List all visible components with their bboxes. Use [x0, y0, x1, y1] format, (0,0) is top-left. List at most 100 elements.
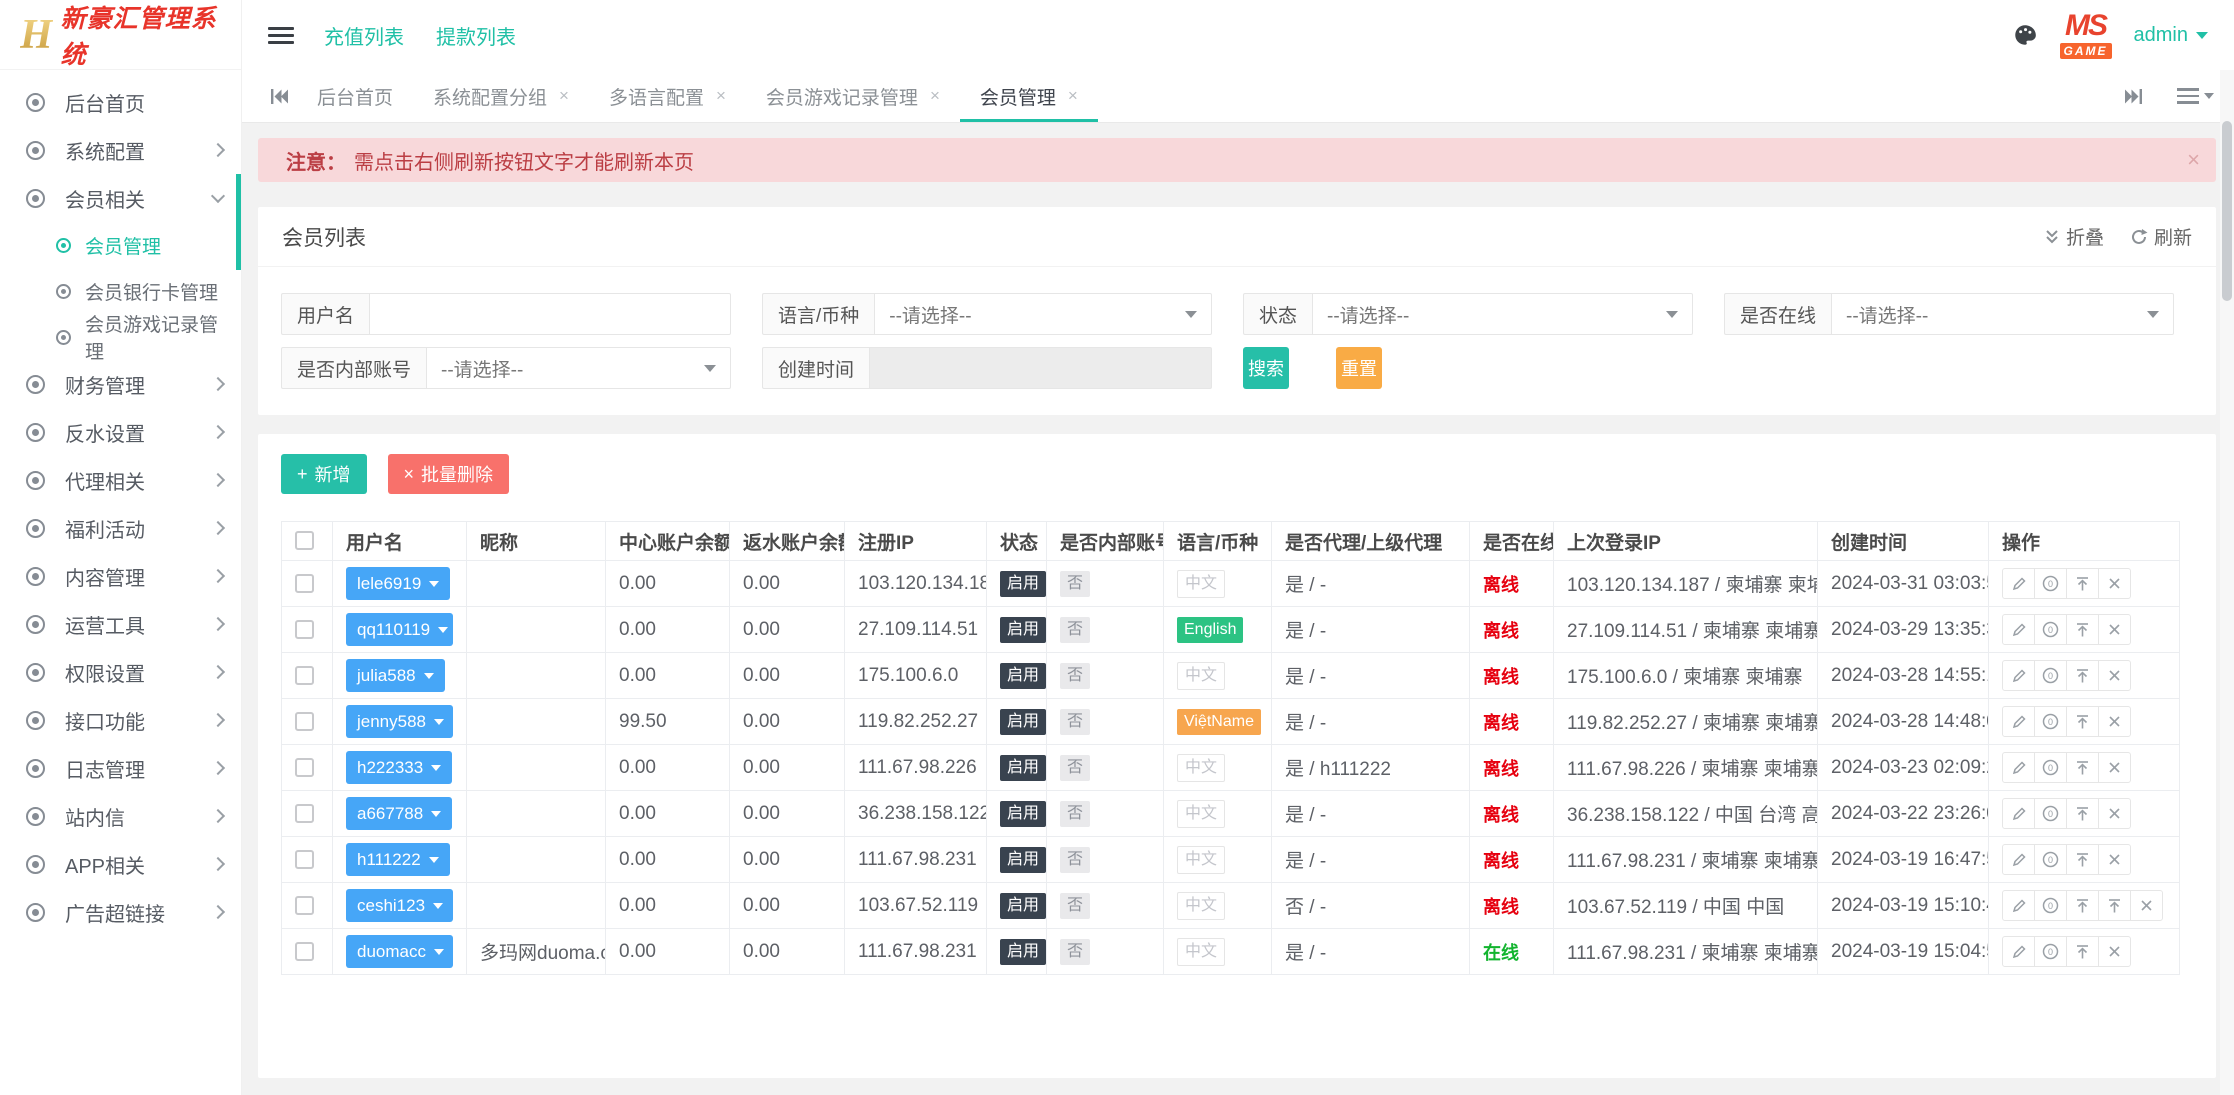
username-dropdown-button[interactable]: julia588: [346, 659, 445, 692]
close-action-button[interactable]: [2098, 798, 2131, 829]
batch-delete-button[interactable]: × 批量删除: [388, 454, 510, 494]
sidebar-subitem-2[interactable]: 会员游戏记录管理: [0, 314, 241, 360]
row-checkbox[interactable]: [295, 896, 314, 915]
zero-action-button[interactable]: 0: [2034, 614, 2067, 645]
row-checkbox[interactable]: [295, 942, 314, 961]
hamburger-icon[interactable]: [268, 23, 294, 48]
close-action-button[interactable]: [2098, 752, 2131, 783]
sidebar-item-7[interactable]: 内容管理: [0, 552, 241, 600]
tabs-scroll-left-icon[interactable]: [262, 70, 297, 122]
zero-action-button[interactable]: 0: [2034, 568, 2067, 599]
top-action-button[interactable]: [2098, 890, 2131, 921]
sidebar-item-0[interactable]: 后台首页: [0, 78, 241, 126]
filter-select[interactable]: --请选择--: [874, 293, 1212, 335]
status-badge[interactable]: 启用: [1000, 755, 1046, 781]
scrollbar-thumb[interactable]: [2222, 121, 2232, 301]
edit-action-button[interactable]: [2002, 568, 2035, 599]
tab-3[interactable]: 会员游戏记录管理×: [746, 70, 960, 122]
tab-close-icon[interactable]: ×: [1068, 86, 1078, 106]
edit-action-button[interactable]: [2002, 660, 2035, 691]
top-action-button[interactable]: [2066, 752, 2099, 783]
zero-action-button[interactable]: 0: [2034, 706, 2067, 737]
tabs-scroll-right-icon[interactable]: [2116, 88, 2151, 105]
status-badge[interactable]: 启用: [1000, 709, 1046, 735]
close-action-button[interactable]: [2098, 936, 2131, 967]
top-action-button[interactable]: [2066, 936, 2099, 967]
username-dropdown-button[interactable]: ceshi123: [346, 889, 453, 922]
tab-close-icon[interactable]: ×: [930, 86, 940, 106]
filter-select[interactable]: --请选择--: [426, 347, 731, 389]
username-dropdown-button[interactable]: duomacc: [346, 935, 453, 968]
ms-game-logo[interactable]: MS GAME: [2060, 11, 2112, 59]
sidebar-item-9[interactable]: 权限设置: [0, 648, 241, 696]
row-checkbox[interactable]: [295, 574, 314, 593]
zero-action-button[interactable]: 0: [2034, 890, 2067, 921]
status-badge[interactable]: 启用: [1000, 801, 1046, 827]
zero-action-button[interactable]: 0: [2034, 798, 2067, 829]
row-checkbox[interactable]: [295, 850, 314, 869]
filter-input[interactable]: [869, 347, 1212, 389]
edit-action-button[interactable]: [2002, 614, 2035, 645]
filter-select[interactable]: --请选择--: [1312, 293, 1693, 335]
top-action-button[interactable]: [2066, 890, 2099, 921]
sidebar-item-8[interactable]: 运营工具: [0, 600, 241, 648]
row-checkbox[interactable]: [295, 620, 314, 639]
add-button[interactable]: + 新增: [281, 454, 367, 494]
top-action-button[interactable]: [2066, 798, 2099, 829]
edit-action-button[interactable]: [2002, 752, 2035, 783]
select-all-checkbox[interactable]: [295, 531, 314, 550]
palette-icon[interactable]: [2012, 22, 2038, 48]
topbar-link-withdraw[interactable]: 提款列表: [436, 21, 516, 50]
username-dropdown-button[interactable]: h111222: [346, 843, 450, 876]
sidebar-subitem-0[interactable]: 会员管理: [0, 222, 241, 268]
sidebar-item-4[interactable]: 反水设置: [0, 408, 241, 456]
sidebar-item-13[interactable]: APP相关: [0, 840, 241, 888]
filter-select[interactable]: --请选择--: [1831, 293, 2174, 335]
top-action-button[interactable]: [2066, 660, 2099, 691]
edit-action-button[interactable]: [2002, 936, 2035, 967]
tab-close-icon[interactable]: ×: [559, 86, 569, 106]
edit-action-button[interactable]: [2002, 844, 2035, 875]
zero-action-button[interactable]: 0: [2034, 936, 2067, 967]
filter-input[interactable]: [369, 293, 731, 335]
close-action-button[interactable]: [2098, 660, 2131, 691]
zero-action-button[interactable]: 0: [2034, 752, 2067, 783]
status-badge[interactable]: 启用: [1000, 571, 1046, 597]
status-badge[interactable]: 启用: [1000, 617, 1046, 643]
tab-1[interactable]: 系统配置分组×: [413, 70, 589, 122]
status-badge[interactable]: 启用: [1000, 847, 1046, 873]
tab-2[interactable]: 多语言配置×: [589, 70, 746, 122]
sidebar-item-6[interactable]: 福利活动: [0, 504, 241, 552]
zero-action-button[interactable]: 0: [2034, 844, 2067, 875]
top-action-button[interactable]: [2066, 706, 2099, 737]
sidebar-item-14[interactable]: 广告超链接: [0, 888, 241, 936]
tab-close-icon[interactable]: ×: [716, 86, 726, 106]
fold-button[interactable]: 折叠: [2044, 223, 2104, 250]
row-checkbox[interactable]: [295, 712, 314, 731]
sidebar-item-10[interactable]: 接口功能: [0, 696, 241, 744]
row-checkbox[interactable]: [295, 804, 314, 823]
close-action-button[interactable]: [2098, 568, 2131, 599]
tab-0[interactable]: 后台首页: [297, 70, 413, 122]
status-badge[interactable]: 启用: [1000, 939, 1046, 965]
vertical-scrollbar[interactable]: [2220, 70, 2234, 1095]
close-action-button[interactable]: [2098, 844, 2131, 875]
sidebar-item-2[interactable]: 会员相关: [0, 174, 241, 222]
username-dropdown-button[interactable]: qq110119: [346, 613, 453, 646]
search-button[interactable]: 搜索: [1243, 347, 1289, 389]
close-action-button[interactable]: [2098, 706, 2131, 737]
top-action-button[interactable]: [2066, 568, 2099, 599]
topbar-link-recharge[interactable]: 充值列表: [324, 21, 404, 50]
top-action-button[interactable]: [2066, 614, 2099, 645]
status-badge[interactable]: 启用: [1000, 893, 1046, 919]
username-dropdown-button[interactable]: h222333: [346, 751, 452, 784]
close-action-button[interactable]: [2130, 890, 2163, 921]
top-action-button[interactable]: [2066, 844, 2099, 875]
zero-action-button[interactable]: 0: [2034, 660, 2067, 691]
reset-button[interactable]: 重置: [1336, 347, 1382, 389]
sidebar-item-1[interactable]: 系统配置: [0, 126, 241, 174]
alert-close-icon[interactable]: ×: [2187, 147, 2200, 173]
sidebar-item-11[interactable]: 日志管理: [0, 744, 241, 792]
username-dropdown-button[interactable]: jenny588: [346, 705, 453, 738]
refresh-button[interactable]: 刷新: [2130, 223, 2192, 250]
